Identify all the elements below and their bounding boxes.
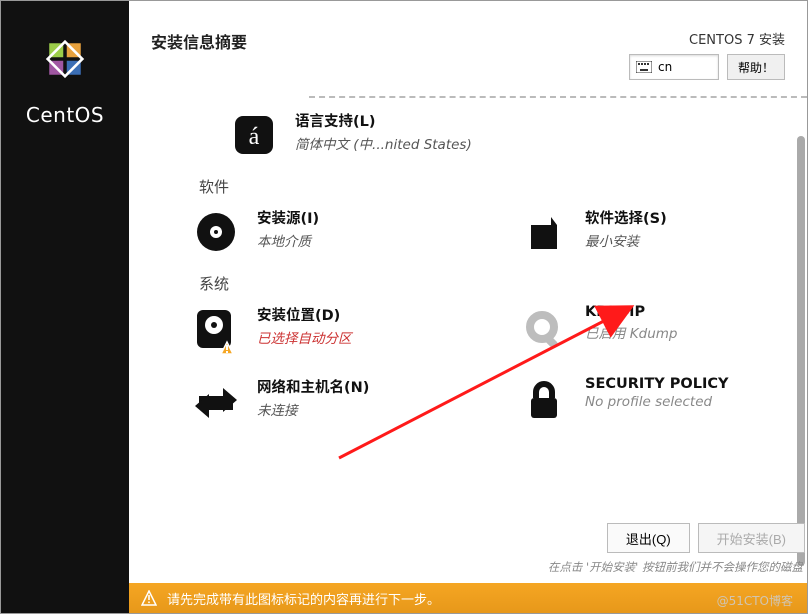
language-icon: á bbox=[229, 110, 279, 160]
hdd-icon bbox=[191, 304, 241, 354]
category-system: 系统 bbox=[199, 273, 807, 294]
help-button[interactable]: 帮助！ bbox=[727, 54, 785, 80]
begin-install-button[interactable]: 开始安装(B) bbox=[698, 523, 805, 553]
network-status: 未连接 bbox=[257, 399, 369, 419]
svg-text:á: á bbox=[249, 124, 260, 150]
category-software: 软件 bbox=[199, 176, 807, 197]
spoke-installation-source[interactable]: 安装源(I) 本地介质 bbox=[191, 207, 479, 257]
main-pane: 安装信息摘要 CENTOS 7 安装 cn 帮助！ bbox=[129, 1, 807, 613]
spoke-kdump[interactable]: KDUMP 已启用 Kdump bbox=[519, 304, 807, 354]
product-label: CENTOS 7 安装 bbox=[689, 29, 785, 48]
watermark: @51CTO博客 bbox=[717, 592, 793, 609]
brand-label: CentOS bbox=[26, 103, 104, 127]
spoke-language-support[interactable]: á 语言支持(L) 简体中文 (中...nited States) bbox=[229, 110, 472, 160]
page-title: 安装信息摘要 bbox=[151, 29, 247, 53]
vertical-scrollbar[interactable] bbox=[797, 96, 805, 575]
source-title: 安装源(I) bbox=[257, 207, 319, 228]
warning-icon bbox=[141, 590, 157, 606]
language-title: 语言支持(L) bbox=[295, 110, 472, 131]
selection-status: 最小安装 bbox=[585, 230, 667, 250]
security-status: No profile selected bbox=[585, 394, 729, 410]
spoke-security-policy[interactable]: SECURITY POLICY No profile selected bbox=[519, 376, 807, 426]
spoke-installation-destination[interactable]: 安装位置(D) 已选择自动分区 bbox=[191, 304, 479, 354]
destination-title: 安装位置(D) bbox=[257, 304, 352, 325]
destination-status: 已选择自动分区 bbox=[257, 327, 352, 347]
spoke-network[interactable]: 网络和主机名(N) 未连接 bbox=[191, 376, 479, 426]
quit-button[interactable]: 退出(Q) bbox=[607, 523, 690, 553]
network-icon bbox=[191, 376, 241, 426]
separator bbox=[309, 96, 807, 98]
package-icon bbox=[519, 207, 569, 257]
source-status: 本地介质 bbox=[257, 230, 319, 250]
keyboard-icon bbox=[636, 61, 652, 73]
installer-sidebar: CentOS bbox=[1, 1, 129, 613]
warning-bar: 请先完成带有此图标标记的内容再进行下一步。 bbox=[129, 583, 807, 613]
kdump-icon bbox=[519, 304, 569, 354]
spoke-software-selection[interactable]: 软件选择(S) 最小安装 bbox=[519, 207, 807, 257]
network-title: 网络和主机名(N) bbox=[257, 376, 369, 397]
warning-text: 请先完成带有此图标标记的内容再进行下一步。 bbox=[167, 589, 440, 608]
lock-icon bbox=[519, 376, 569, 426]
keyboard-label: cn bbox=[658, 60, 672, 74]
security-title: SECURITY POLICY bbox=[585, 376, 729, 392]
kdump-status: 已启用 Kdump bbox=[585, 322, 678, 342]
scrollbar-thumb[interactable] bbox=[797, 136, 805, 566]
selection-title: 软件选择(S) bbox=[585, 207, 667, 228]
kdump-title: KDUMP bbox=[585, 304, 678, 320]
keyboard-indicator[interactable]: cn bbox=[629, 54, 719, 80]
disc-icon bbox=[191, 207, 241, 257]
footer-hint: 在点击 '开始安装' 按钮前我们并不会操作您的磁盘 bbox=[548, 559, 803, 575]
centos-logo-icon bbox=[25, 19, 105, 99]
language-status: 简体中文 (中...nited States) bbox=[295, 133, 472, 153]
